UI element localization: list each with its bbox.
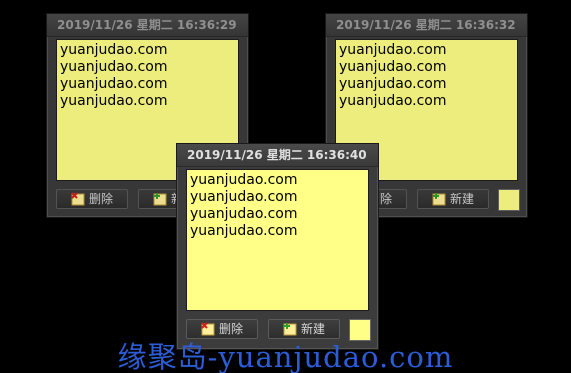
note-line: yuanjudao.com xyxy=(60,42,168,58)
new-note-icon xyxy=(432,193,446,206)
delete-button[interactable]: 删除 xyxy=(56,189,128,209)
note-title-bar[interactable]: 2019/11/26 星期二 16:36:32 xyxy=(326,14,527,37)
note-line: yuanjudao.com xyxy=(339,76,447,92)
note-title-bar[interactable]: 2019/11/26 星期二 16:36:40 xyxy=(177,144,378,167)
delete-note-icon xyxy=(201,322,215,336)
note-text-area[interactable]: yuanjudao.com yuanjudao.com yuanjudao.co… xyxy=(186,169,369,311)
new-button-label: 新建 xyxy=(301,322,326,336)
watermark-text: 缘聚岛-yuanjudao.com xyxy=(117,340,454,373)
new-note-icon xyxy=(283,323,297,336)
note-line: yuanjudao.com xyxy=(60,76,168,92)
new-button[interactable]: 新建 xyxy=(417,189,489,209)
delete-button-label: 删除 xyxy=(89,192,114,206)
note-line: yuanjudao.com xyxy=(60,93,168,109)
desktop: 2019/11/26 星期二 16:36:29 yuanjudao.com yu… xyxy=(0,0,571,373)
note-line: yuanjudao.com xyxy=(190,172,298,188)
note-color-picker[interactable] xyxy=(498,189,520,211)
note-toolbar: 删除 新建 xyxy=(186,319,371,341)
new-button-label: 新建 xyxy=(450,192,475,206)
new-button[interactable]: 新建 xyxy=(268,319,340,339)
note-line: yuanjudao.com xyxy=(190,189,298,205)
sticky-note-window-3[interactable]: 2019/11/26 星期二 16:36:40 yuanjudao.com yu… xyxy=(176,143,379,350)
note-line: yuanjudao.com xyxy=(190,206,298,222)
note-line: yuanjudao.com xyxy=(339,93,447,109)
note-line: yuanjudao.com xyxy=(190,223,298,239)
note-line: yuanjudao.com xyxy=(60,59,168,75)
note-line: yuanjudao.com xyxy=(339,42,447,58)
new-note-icon xyxy=(153,193,167,206)
delete-note-icon xyxy=(71,192,85,206)
note-line: yuanjudao.com xyxy=(339,59,447,75)
note-title-bar[interactable]: 2019/11/26 星期二 16:36:29 xyxy=(47,14,248,37)
note-color-picker[interactable] xyxy=(349,319,371,341)
delete-button-label: 删除 xyxy=(219,322,244,336)
delete-button[interactable]: 删除 xyxy=(186,319,258,339)
